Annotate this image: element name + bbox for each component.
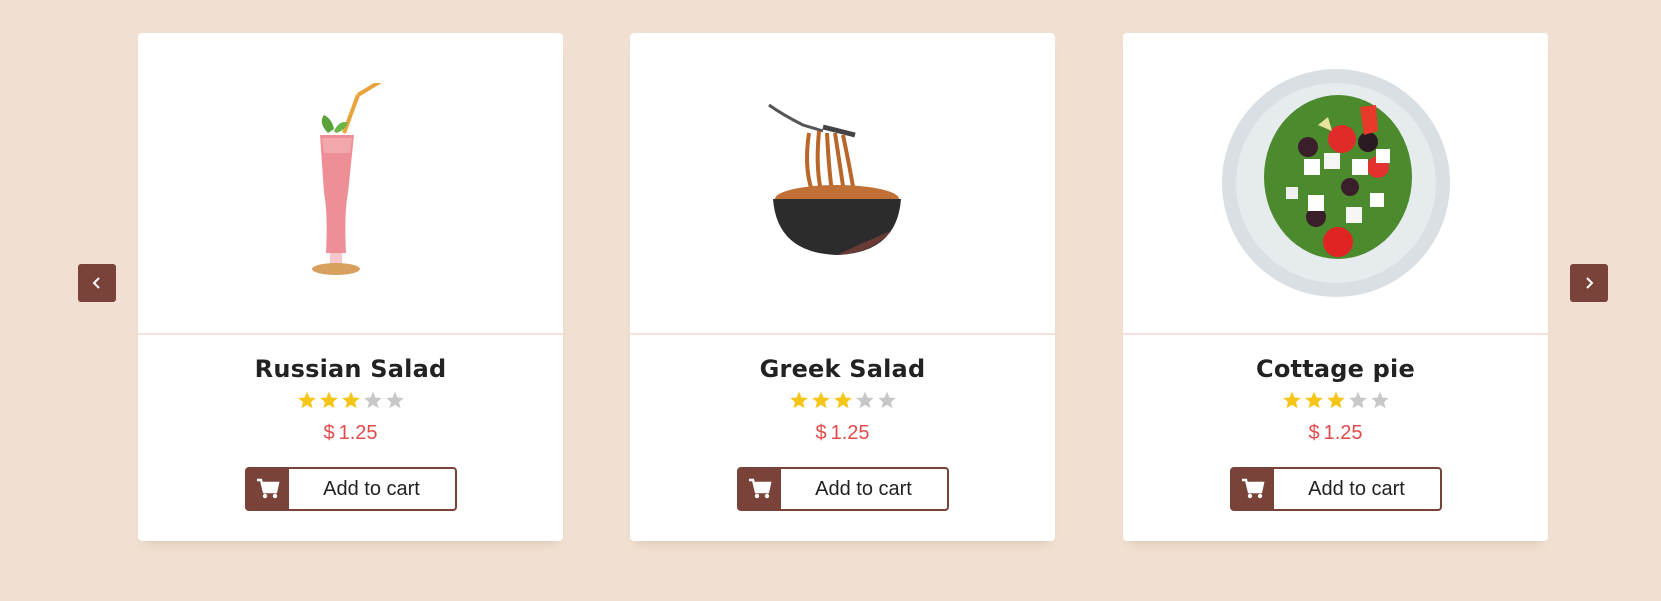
product-rating (138, 390, 563, 412)
price-currency: $ (815, 422, 827, 444)
price-currency: $ (1308, 422, 1320, 444)
chevron-left-icon (92, 277, 100, 289)
star-filled-icon (1326, 391, 1345, 409)
cart-icon-container (246, 469, 289, 509)
star-empty-icon (1370, 391, 1389, 409)
star-empty-icon (877, 391, 896, 409)
star-empty-icon (385, 391, 404, 409)
add-to-cart-label: Add to cart (1308, 477, 1405, 500)
product-card: Russian Salad $1.25 Add to cart (138, 33, 563, 541)
star-filled-icon (1304, 391, 1323, 409)
product-rating (630, 390, 1055, 412)
product-price: $1.25 (138, 422, 563, 445)
star-filled-icon (811, 391, 830, 409)
add-to-cart-button[interactable]: Add to cart (244, 467, 457, 511)
product-title: Russian Salad (254, 355, 447, 383)
cart-icon (256, 478, 279, 499)
star-empty-icon (855, 391, 874, 409)
salad-plate-image (1221, 69, 1450, 297)
carousel-prev-button[interactable] (78, 264, 116, 302)
add-to-cart-button[interactable]: Add to cart (736, 467, 949, 511)
star-empty-icon (363, 391, 382, 409)
spaghetti-bowl-image (767, 103, 901, 255)
star-filled-icon (319, 391, 338, 409)
star-filled-icon (341, 391, 360, 409)
carousel-next-button[interactable] (1570, 264, 1608, 302)
star-empty-icon (1348, 391, 1367, 409)
star-filled-icon (1282, 391, 1301, 409)
strawberry-smoothie-image (311, 83, 382, 275)
product-price: $1.25 (630, 422, 1055, 445)
product-card: Cottage pie $1.25 Add to cart (1123, 33, 1548, 541)
product-card: Greek Salad $1.25 Add to cart (630, 33, 1055, 541)
product-image (138, 33, 563, 335)
product-title: Greek Salad (759, 355, 926, 383)
add-to-cart-button[interactable]: Add to cart (1229, 467, 1442, 511)
chevron-right-icon (1586, 277, 1594, 289)
product-carousel: Russian Salad $1.25 Add to cart Greek Sa… (0, 0, 1661, 601)
star-filled-icon (297, 391, 316, 409)
cart-icon-container (1231, 469, 1274, 509)
price-value: 1.25 (830, 422, 870, 444)
product-image (1123, 33, 1548, 335)
price-value: 1.25 (338, 422, 378, 444)
add-to-cart-label: Add to cart (815, 477, 912, 500)
product-rating (1123, 390, 1548, 412)
star-filled-icon (789, 391, 808, 409)
cart-icon (1241, 478, 1264, 499)
product-image (630, 33, 1055, 335)
price-currency: $ (323, 422, 335, 444)
cart-icon-container (738, 469, 781, 509)
add-to-cart-label: Add to cart (323, 477, 420, 500)
product-title: Cottage pie (1256, 355, 1415, 383)
star-filled-icon (833, 391, 852, 409)
product-price: $1.25 (1123, 422, 1548, 445)
cart-icon (748, 478, 771, 499)
price-value: 1.25 (1323, 422, 1363, 444)
